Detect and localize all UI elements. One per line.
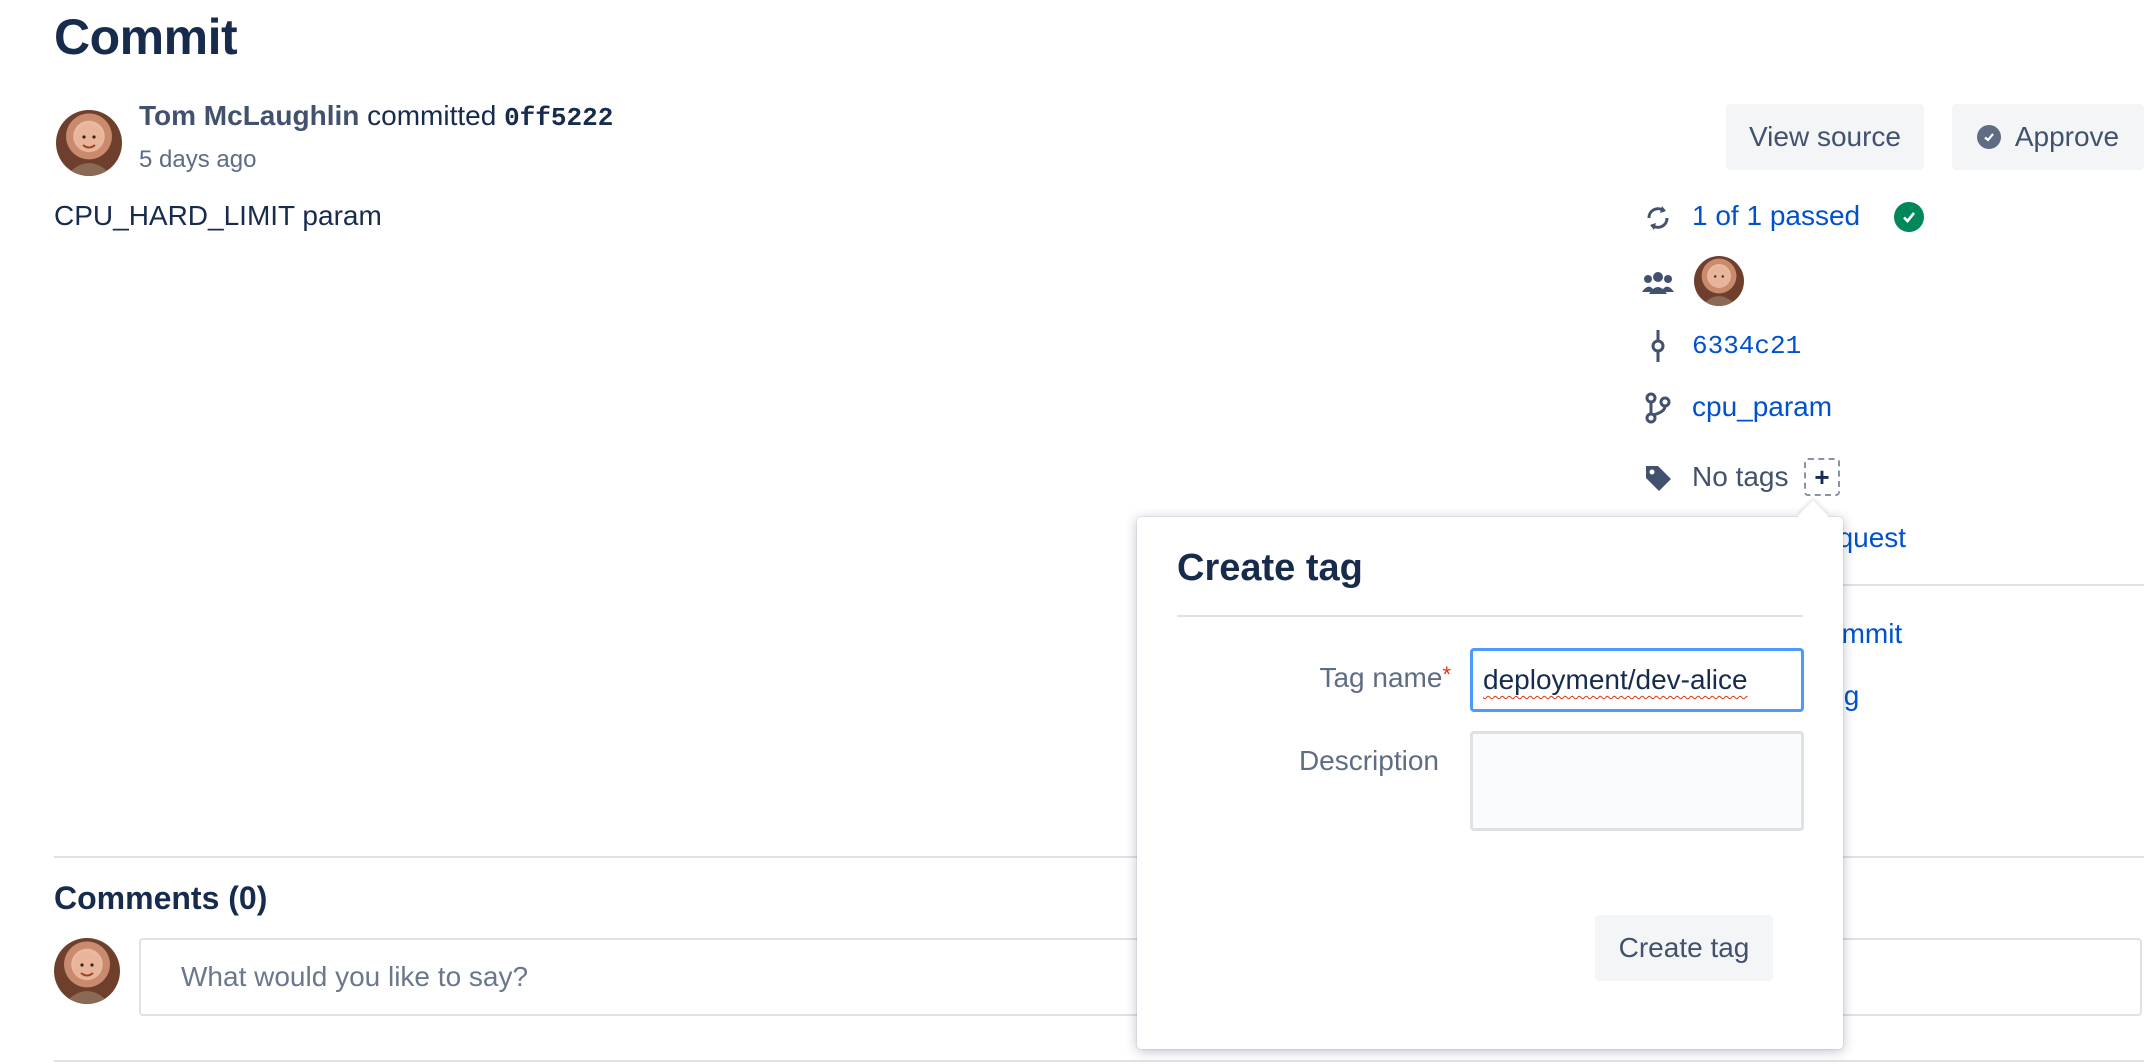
tag-name-value: deployment/dev-alice <box>1483 664 1748 695</box>
build-success-icon <box>1894 202 1924 232</box>
dialog-title: Create tag <box>1177 547 1363 589</box>
builds-icon <box>1640 200 1676 236</box>
approve-check-icon <box>1976 125 2001 149</box>
add-tag-button[interactable]: + <box>1804 458 1840 496</box>
commit-message: CPU_HARD_LIMIT param <box>54 200 382 231</box>
comments-title: Comments (0) <box>54 880 268 916</box>
parent-commit-link[interactable]: 6334c21 <box>1692 331 1801 361</box>
reviewer-avatar[interactable] <box>1694 256 1744 306</box>
author-avatar[interactable] <box>56 110 122 176</box>
reviewers-icon <box>1640 264 1676 300</box>
tag-name-label: Tag name* <box>1151 662 1451 694</box>
author-name[interactable]: Tom McLaughlin <box>139 100 359 131</box>
create-tag-dialog: Create tag Tag name* deployment/dev-alic… <box>1137 517 1843 1049</box>
bottom-divider <box>54 1060 2144 1062</box>
commit-time: 5 days ago <box>139 146 257 173</box>
tag-name-label-text: Tag name <box>1319 662 1443 693</box>
view-source-button[interactable]: View source <box>1726 104 1924 170</box>
description-label: Description <box>1298 745 1439 776</box>
page-title: Commit <box>54 9 238 65</box>
builds-status-link[interactable]: 1 of 1 passed <box>1692 200 1860 232</box>
branch-icon <box>1640 390 1676 426</box>
approve-label: Approve <box>2014 121 2120 152</box>
tags-status: No tags <box>1692 461 1789 492</box>
commit-author-line: Tom McLaughlin committed 0ff5222 <box>139 100 613 133</box>
tag-icon <box>1640 460 1676 496</box>
create-tag-button[interactable]: Create tag <box>1595 915 1773 981</box>
committed-label: committed <box>367 100 497 131</box>
commit-hash: 0ff5222 <box>504 103 614 133</box>
required-marker: * <box>1442 662 1451 687</box>
branch-link[interactable]: cpu_param <box>1692 391 1832 423</box>
current-user-avatar <box>54 938 120 1004</box>
description-textarea[interactable] <box>1470 731 1804 831</box>
tag-name-input[interactable]: deployment/dev-alice <box>1470 648 1804 712</box>
approve-button[interactable]: Approve <box>1952 104 2144 170</box>
dialog-divider <box>1177 615 1803 617</box>
commit-parent-icon <box>1640 328 1676 364</box>
